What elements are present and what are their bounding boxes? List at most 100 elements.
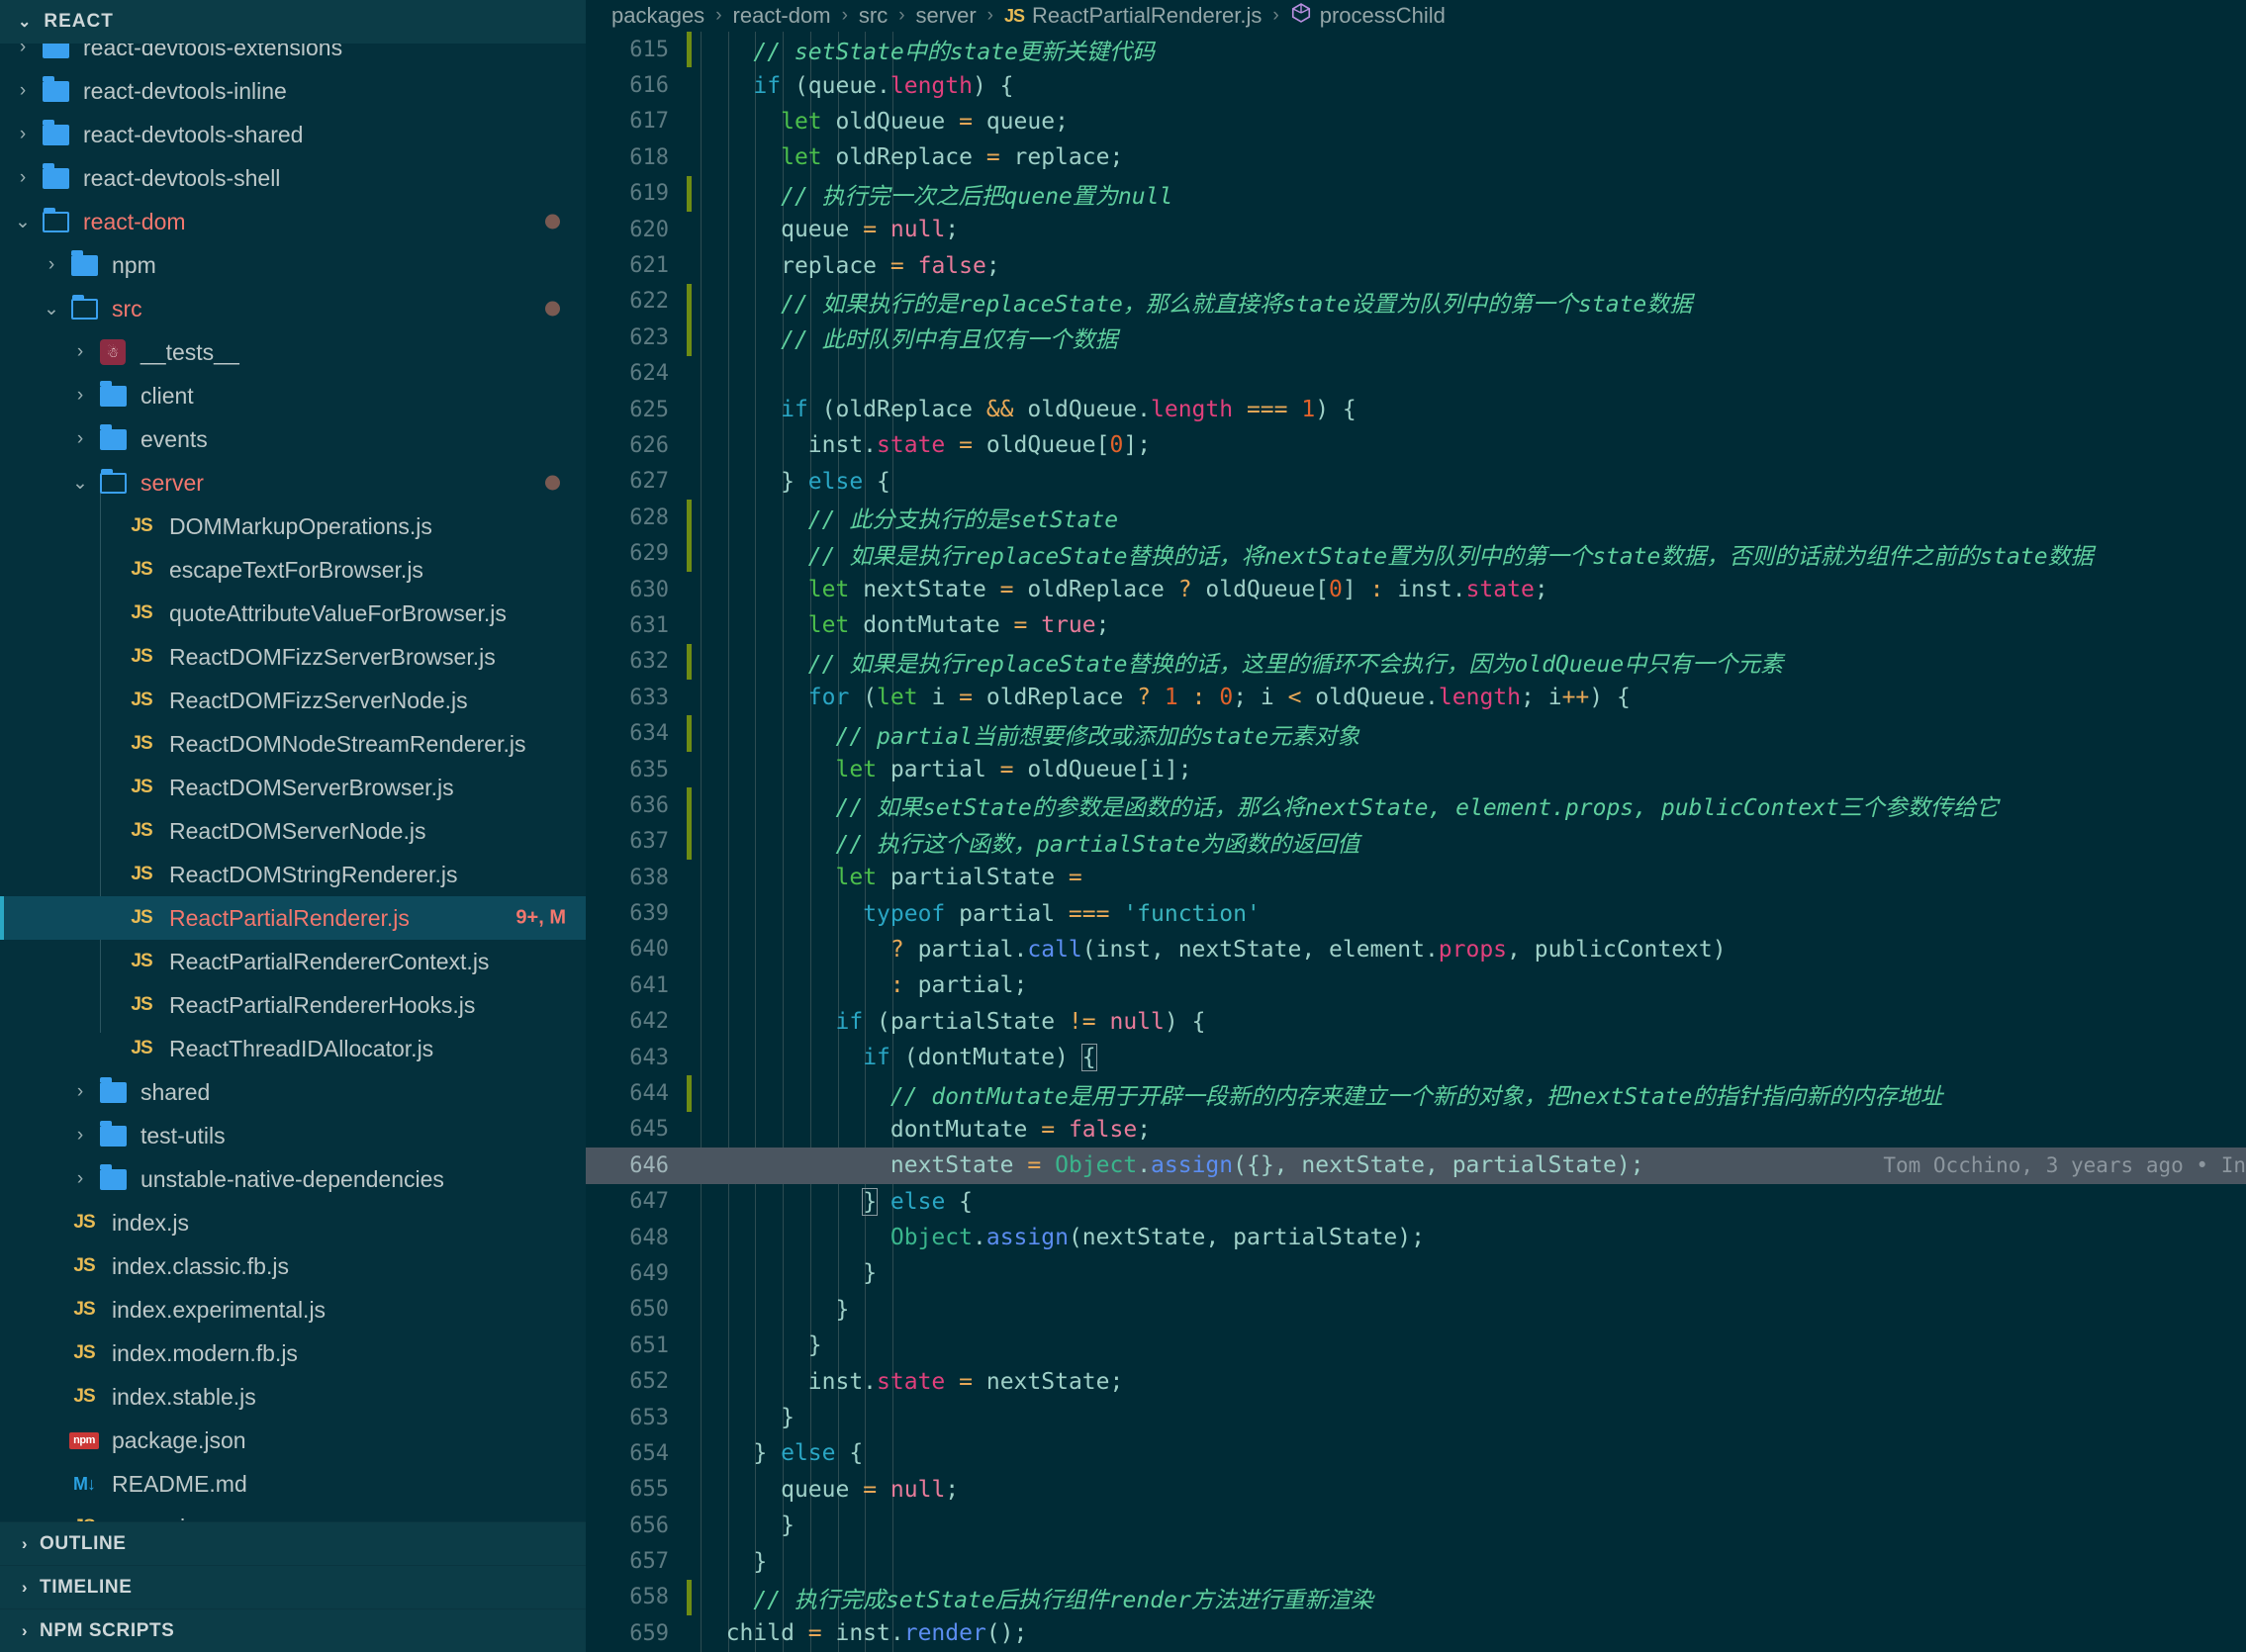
tree-item[interactable]: › unstable-native-dependencies bbox=[0, 1157, 586, 1201]
code-line[interactable]: 637 // 执行这个函数，partialState为函数的返回值 bbox=[586, 823, 2246, 860]
code-line[interactable]: 632 // 如果是执行replaceState替换的话，这里的循环不会执行，因为… bbox=[586, 643, 2246, 681]
code-line[interactable]: 619 // 执行完一次之后把quene置为null bbox=[586, 175, 2246, 212]
tree-item[interactable]: JS index.js bbox=[0, 1201, 586, 1244]
tree-item[interactable]: JS index.classic.fb.js bbox=[0, 1244, 586, 1288]
code-line[interactable]: 625 if (oldReplace && oldQueue.length ===… bbox=[586, 392, 2246, 427]
code-line[interactable]: 649} bbox=[586, 1255, 2246, 1291]
breadcrumb-item[interactable]: src bbox=[859, 3, 888, 29]
code-line[interactable]: 642 if (partialState != null) { bbox=[586, 1004, 2246, 1040]
code-line[interactable]: 648 Object.assign(nextState, partialState… bbox=[586, 1220, 2246, 1255]
code-line[interactable]: 638 let partialState = bbox=[586, 860, 2246, 895]
tree-item[interactable]: JS escapeTextForBrowser.js bbox=[0, 548, 586, 592]
tree-item[interactable]: › react-devtools-inline bbox=[0, 69, 586, 113]
code-line[interactable]: 621 replace = false; bbox=[586, 247, 2246, 283]
chevron-right-icon[interactable]: › bbox=[8, 44, 38, 58]
file-tree[interactable]: › react-devtools-extensions › react-devtool… bbox=[0, 44, 586, 1521]
code-editor[interactable]: 615// setState中的state更新关键代码 616 if (queue.… bbox=[586, 32, 2246, 1652]
chevron-right-icon[interactable]: › bbox=[65, 1081, 95, 1103]
breadcrumb-item[interactable]: react-dom bbox=[733, 3, 831, 29]
tree-item[interactable]: ⌄ server bbox=[0, 461, 586, 505]
tree-item[interactable]: JS ReactPartialRendererContext.js bbox=[0, 940, 586, 983]
tree-item[interactable]: JS ReactDOMStringRenderer.js bbox=[0, 853, 586, 896]
chevron-right-icon[interactable]: › bbox=[65, 428, 95, 450]
code-line[interactable]: 627} else { bbox=[586, 464, 2246, 500]
code-line[interactable]: 616 if (queue.length) { bbox=[586, 67, 2246, 103]
chevron-right-icon[interactable]: › bbox=[8, 124, 38, 145]
code-line[interactable]: 655 queue = null; bbox=[586, 1472, 2246, 1508]
code-line[interactable]: 631 let dontMutate = true; bbox=[586, 607, 2246, 643]
breadcrumb-item[interactable]: server bbox=[916, 3, 977, 29]
code-line[interactable]: 620 queue = null; bbox=[586, 212, 2246, 247]
code-line[interactable]: 643 if (dontMutate) { bbox=[586, 1040, 2246, 1075]
tree-item[interactable]: npm package.json bbox=[0, 1419, 586, 1462]
code-line[interactable]: 630 let nextState = oldReplace ? oldQueue… bbox=[586, 572, 2246, 607]
tree-item[interactable]: JS index.experimental.js bbox=[0, 1288, 586, 1331]
code-line[interactable]: 636 // 如果setState的参数是函数的话，那么将nextState, e… bbox=[586, 787, 2246, 824]
breadcrumb-item[interactable]: packages bbox=[611, 3, 704, 29]
code-line[interactable]: 640? partial.call(inst, nextState, eleme… bbox=[586, 932, 2246, 967]
chevron-right-icon[interactable]: › bbox=[8, 80, 38, 102]
code-line[interactable]: 644 // dontMutate是用于开辟一段新的内存来建立一个新的对象，把ne… bbox=[586, 1075, 2246, 1112]
tree-item[interactable]: JS index.modern.fb.js bbox=[0, 1331, 586, 1375]
tree-item[interactable]: JS ReactDOMNodeStreamRenderer.js bbox=[0, 722, 586, 766]
code-line[interactable]: 647} else { bbox=[586, 1184, 2246, 1220]
tree-item[interactable]: › events bbox=[0, 417, 586, 461]
tree-item[interactable]: JS ReactPartialRendererHooks.js bbox=[0, 983, 586, 1027]
tree-item[interactable]: › test-utils bbox=[0, 1114, 586, 1157]
code-line[interactable]: 628 // 此分支执行的是setState bbox=[586, 500, 2246, 536]
code-line-current[interactable]: 646 nextState = Object.assign({}, nextSta… bbox=[586, 1147, 2246, 1184]
code-line[interactable]: 639 typeof partial === 'function' bbox=[586, 895, 2246, 931]
code-line[interactable]: 654} else { bbox=[586, 1435, 2246, 1471]
tree-item[interactable]: ⌄ src bbox=[0, 287, 586, 330]
code-line[interactable]: 622 // 如果执行的是replaceState，那么就直接将state设置为队… bbox=[586, 283, 2246, 321]
tree-item[interactable]: ⌄ react-dom bbox=[0, 200, 586, 243]
tree-item[interactable]: JS index.stable.js bbox=[0, 1375, 586, 1419]
code-line[interactable]: 653} bbox=[586, 1400, 2246, 1435]
tree-item[interactable]: JS ReactDOMFizzServerNode.js bbox=[0, 679, 586, 722]
code-line[interactable]: 659 child = inst.render(); bbox=[586, 1615, 2246, 1651]
code-line[interactable]: 656} bbox=[586, 1508, 2246, 1543]
chevron-down-icon[interactable]: ⌄ bbox=[8, 211, 38, 233]
tree-item-selected[interactable]: JS ReactPartialRenderer.js 9+, M bbox=[0, 896, 586, 940]
code-line[interactable]: 657} bbox=[586, 1543, 2246, 1579]
code-line[interactable]: 645 dontMutate = false; bbox=[586, 1112, 2246, 1147]
code-line[interactable]: 617 let oldQueue = queue; bbox=[586, 104, 2246, 139]
breadcrumb-item[interactable]: processChild bbox=[1320, 3, 1446, 29]
tree-item[interactable]: JS ReactThreadIDAllocator.js bbox=[0, 1027, 586, 1070]
tree-item[interactable]: › npm bbox=[0, 243, 586, 287]
tree-item[interactable]: › react-devtools-shell bbox=[0, 156, 586, 200]
tree-item[interactable]: M↓ README.md bbox=[0, 1462, 586, 1506]
chevron-right-icon[interactable]: › bbox=[65, 1125, 95, 1147]
tree-item[interactable]: › react-devtools-extensions bbox=[0, 44, 586, 69]
tree-item[interactable]: JS ReactDOMServerBrowser.js bbox=[0, 766, 586, 809]
chevron-right-icon[interactable]: › bbox=[65, 341, 95, 363]
code-line[interactable]: 641: partial; bbox=[586, 967, 2246, 1003]
breadcrumb[interactable]: packages › react-dom › src › server › JS ReactPar… bbox=[586, 0, 2246, 32]
code-line[interactable]: 652 inst.state = nextState; bbox=[586, 1363, 2246, 1399]
chevron-right-icon[interactable]: › bbox=[37, 254, 66, 276]
code-line[interactable]: 633 for (let i = oldReplace ? 1 : 0; i < … bbox=[586, 680, 2246, 715]
chevron-down-icon[interactable]: ⌄ bbox=[37, 298, 66, 321]
tree-item[interactable]: JS DOMMarkupOperations.js bbox=[0, 505, 586, 548]
tree-item[interactable]: JS ReactDOMFizzServerBrowser.js bbox=[0, 635, 586, 679]
tree-item[interactable]: JS quoteAttributeValueForBrowser.js bbox=[0, 592, 586, 635]
breadcrumb-item[interactable]: ReactPartialRenderer.js bbox=[1032, 3, 1262, 29]
code-line[interactable]: 635 let partial = oldQueue[i]; bbox=[586, 752, 2246, 787]
tree-item[interactable]: › ☃ __tests__ bbox=[0, 330, 586, 374]
chevron-right-icon[interactable]: › bbox=[65, 1168, 95, 1190]
code-line[interactable]: 658 // 执行完成setState后执行组件render方法进行重新渲染 bbox=[586, 1579, 2246, 1616]
tree-item[interactable]: JS ReactDOMServerNode.js bbox=[0, 809, 586, 853]
code-line[interactable]: 626 inst.state = oldQueue[0]; bbox=[586, 427, 2246, 463]
chevron-right-icon[interactable]: › bbox=[8, 167, 38, 189]
sidebar-panel-npm-scripts[interactable]: › NPM SCRIPTS bbox=[0, 1608, 586, 1652]
tree-item[interactable]: › client bbox=[0, 374, 586, 417]
code-line[interactable]: 624 bbox=[586, 356, 2246, 392]
chevron-down-icon[interactable]: ⌄ bbox=[65, 472, 95, 495]
sidebar-panel-timeline[interactable]: › TIMELINE bbox=[0, 1565, 586, 1608]
explorer-title-bar[interactable]: ⌄ REACT bbox=[0, 0, 586, 44]
code-line[interactable]: 623 // 此时队列中有且仅有一个数据 bbox=[586, 320, 2246, 356]
code-line[interactable]: 618 let oldReplace = replace; bbox=[586, 139, 2246, 175]
code-line[interactable]: 615 // setState中的state更新关键代码 bbox=[586, 32, 2246, 68]
sidebar-panel-outline[interactable]: › OUTLINE bbox=[0, 1521, 586, 1565]
tree-item[interactable]: › react-devtools-shared bbox=[0, 113, 586, 156]
